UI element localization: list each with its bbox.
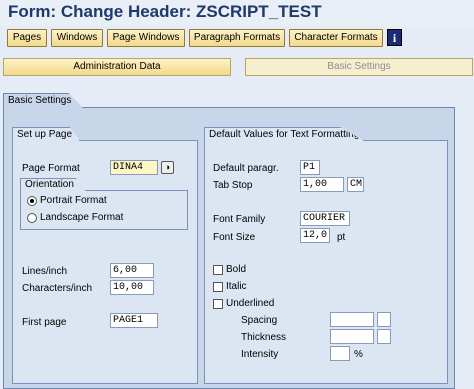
font-size-unit: pt <box>337 232 346 243</box>
thickness-label: Thickness <box>241 332 287 343</box>
bold-label: Bold <box>226 264 247 275</box>
default-paragraph-label: Default paragr. <box>213 163 279 174</box>
intensity-unit: % <box>354 349 363 360</box>
page-title: Form: Change Header: ZSCRIPT_TEST <box>8 2 322 21</box>
underlined-label: Underlined <box>226 298 275 309</box>
intensity-label: Intensity <box>241 349 279 360</box>
page-windows-button[interactable]: Page Windows <box>107 29 185 47</box>
font-size-label: Font Size <box>213 232 256 243</box>
setup-page-group <box>12 140 198 384</box>
tab-stop-unit-field[interactable]: CM <box>347 177 364 192</box>
tab-basic-settings[interactable]: Basic Settings <box>245 58 473 76</box>
portrait-radio[interactable] <box>27 196 37 206</box>
text-formatting-label: Default Values for Text Formatting <box>204 127 364 141</box>
spacing-label: Spacing <box>241 315 278 326</box>
character-formats-button[interactable]: Character Formats <box>289 29 383 47</box>
thickness-unit-field[interactable] <box>377 329 391 344</box>
first-page-field[interactable]: PAGE1 <box>110 313 158 328</box>
italic-checkbox[interactable] <box>213 282 223 292</box>
font-family-field[interactable]: COURIER <box>300 211 350 226</box>
page-format-label: Page Format <box>22 163 80 174</box>
setup-page-label: Set up Page <box>12 127 80 141</box>
default-paragraph-field[interactable]: P1 <box>300 160 320 175</box>
chars-per-inch-field[interactable]: 10,00 <box>110 280 154 295</box>
pages-button[interactable]: Pages <box>7 29 47 47</box>
font-family-label: Font Family <box>213 214 266 225</box>
landscape-radio[interactable] <box>27 213 37 223</box>
spacing-unit-field[interactable] <box>377 312 391 327</box>
value-help-icon[interactable]: ◑ <box>161 161 174 174</box>
lines-per-inch-field[interactable]: 6,00 <box>110 263 154 278</box>
font-size-field[interactable]: 12,0 <box>300 228 330 243</box>
landscape-label: Landscape Format <box>40 212 124 223</box>
underlined-checkbox[interactable] <box>213 299 223 309</box>
windows-button[interactable]: Windows <box>51 29 103 47</box>
tab-stop-label: Tab Stop <box>213 180 253 191</box>
page-format-field[interactable]: DINA4 <box>110 160 158 175</box>
tab-administration-data[interactable]: Administration Data <box>3 58 231 76</box>
first-page-label: First page <box>22 317 67 328</box>
orientation-label: Orientation <box>20 178 86 191</box>
paragraph-formats-button[interactable]: Paragraph Formats <box>189 29 285 47</box>
italic-label: Italic <box>226 281 247 292</box>
tab-stop-field[interactable]: 1,00 <box>300 177 344 192</box>
chars-per-inch-label: Characters/inch <box>22 283 93 294</box>
intensity-field[interactable] <box>330 346 350 361</box>
portrait-label: Portrait Format <box>40 195 107 206</box>
lines-per-inch-label: Lines/inch <box>22 266 68 277</box>
spacing-field[interactable] <box>330 312 374 327</box>
info-icon[interactable]: i <box>387 29 402 46</box>
bold-checkbox[interactable] <box>213 265 223 275</box>
thickness-field[interactable] <box>330 329 374 344</box>
